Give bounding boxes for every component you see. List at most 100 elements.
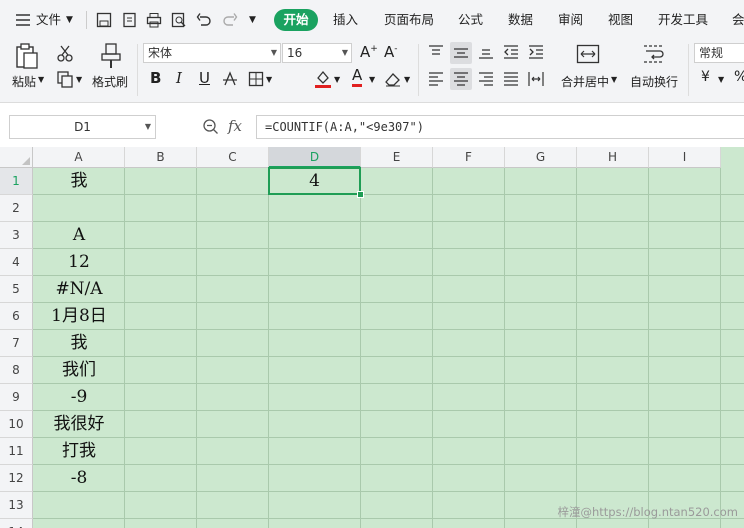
row-header-8[interactable]: 8 xyxy=(0,357,33,384)
file-menu-chevron-icon[interactable]: ▼ xyxy=(66,10,73,30)
cell-a2[interactable] xyxy=(33,195,125,222)
tab-member[interactable]: 会 xyxy=(732,10,744,30)
column-header-c[interactable]: C xyxy=(197,147,269,168)
align-top-icon[interactable] xyxy=(428,44,444,60)
tab-developer[interactable]: 开发工具 xyxy=(658,10,708,30)
justify-icon[interactable] xyxy=(503,71,519,87)
tab-page-layout[interactable]: 页面布局 xyxy=(384,10,434,30)
decrease-indent-icon[interactable] xyxy=(503,44,519,60)
row-header-5[interactable]: 5 xyxy=(0,276,33,303)
currency-chevron-icon[interactable]: ▼ xyxy=(718,75,724,84)
insert-function-icon[interactable]: fx xyxy=(228,117,242,135)
borders-icon[interactable] xyxy=(248,71,264,87)
cut-icon[interactable] xyxy=(56,44,74,62)
format-painter-icon[interactable] xyxy=(100,42,122,70)
merge-center-chevron-icon[interactable]: ▼ xyxy=(611,75,617,84)
cell-a1[interactable]: 我 xyxy=(33,168,125,195)
spreadsheet-grid[interactable]: ABCDEFGHI1234567891011121314我A12#N/A1月8日… xyxy=(0,147,744,528)
align-left-icon[interactable] xyxy=(428,71,444,87)
row-header-10[interactable]: 10 xyxy=(0,411,33,438)
bold-button[interactable]: B xyxy=(150,69,161,87)
cell-a5[interactable]: #N/A xyxy=(33,276,125,303)
row-header-4[interactable]: 4 xyxy=(0,249,33,276)
save-icon[interactable] xyxy=(96,12,112,28)
borders-chevron-icon[interactable]: ▼ xyxy=(266,75,272,84)
copy-chevron-icon[interactable]: ▼ xyxy=(76,75,82,84)
fill-handle[interactable] xyxy=(357,191,364,198)
tab-home[interactable]: 开始 xyxy=(274,9,318,31)
cell-a10[interactable]: 我很好 xyxy=(33,411,125,438)
tab-insert[interactable]: 插入 xyxy=(333,10,358,30)
export-pdf-icon[interactable] xyxy=(122,12,138,28)
redo-icon[interactable] xyxy=(222,12,238,28)
paste-icon[interactable] xyxy=(14,42,40,70)
align-right-icon[interactable] xyxy=(478,71,494,87)
cell-a3[interactable]: A xyxy=(33,222,125,249)
cell-a12[interactable]: -8 xyxy=(33,465,125,492)
paste-button[interactable]: 粘贴 xyxy=(12,73,36,90)
fill-color-icon[interactable] xyxy=(314,69,332,89)
format-painter-button[interactable]: 格式刷 xyxy=(92,73,128,90)
distributed-align-icon[interactable] xyxy=(528,71,544,87)
tab-formulas[interactable]: 公式 xyxy=(458,10,483,30)
cell-a6[interactable]: 1月8日 xyxy=(33,303,125,330)
merge-center-button[interactable]: 合并居中 xyxy=(561,73,609,90)
paste-chevron-icon[interactable]: ▼ xyxy=(38,75,44,84)
cell-a8[interactable]: 我们 xyxy=(33,357,125,384)
font-color-chevron-icon[interactable]: ▼ xyxy=(369,75,375,84)
decrease-font-size-icon[interactable]: A- xyxy=(384,43,398,61)
tab-review[interactable]: 审阅 xyxy=(558,10,583,30)
merge-center-icon[interactable] xyxy=(576,44,600,64)
fill-color-chevron-icon[interactable]: ▼ xyxy=(334,75,340,84)
row-header-6[interactable]: 6 xyxy=(0,303,33,330)
undo-icon[interactable] xyxy=(196,12,212,28)
row-header-1[interactable]: 1 xyxy=(0,168,33,195)
number-format-select[interactable]: 常规 xyxy=(694,43,744,63)
row-header-11[interactable]: 11 xyxy=(0,438,33,465)
cell-a11[interactable]: 打我 xyxy=(33,438,125,465)
row-header-3[interactable]: 3 xyxy=(0,222,33,249)
column-header-g[interactable]: G xyxy=(505,147,577,168)
wrap-text-icon[interactable] xyxy=(642,44,666,64)
cell-a14[interactable] xyxy=(33,519,125,528)
underline-button[interactable]: U xyxy=(199,69,210,87)
name-box[interactable]: D1 ▼ xyxy=(9,115,156,139)
align-bottom-icon[interactable] xyxy=(478,44,494,60)
column-header-d[interactable]: D xyxy=(269,147,361,168)
row-header-9[interactable]: 9 xyxy=(0,384,33,411)
row-header-14[interactable]: 14 xyxy=(0,519,33,528)
zoom-icon[interactable] xyxy=(202,118,220,136)
align-middle-icon[interactable] xyxy=(450,42,472,64)
file-menu[interactable]: 文件 xyxy=(36,10,61,30)
quick-access-chevron-icon[interactable]: ▼ xyxy=(249,10,256,30)
cell-a9[interactable]: -9 xyxy=(33,384,125,411)
row-header-2[interactable]: 2 xyxy=(0,195,33,222)
cell-a4[interactable]: 12 xyxy=(33,249,125,276)
active-cell-d1[interactable]: 4 xyxy=(268,167,361,195)
font-color-button[interactable]: A xyxy=(352,67,363,87)
wrap-text-button[interactable]: 自动换行 xyxy=(630,73,678,90)
cell-a13[interactable] xyxy=(33,492,125,519)
column-header-f[interactable]: F xyxy=(433,147,505,168)
column-header-h[interactable]: H xyxy=(577,147,649,168)
italic-button[interactable]: I xyxy=(176,69,182,87)
row-header-12[interactable]: 12 xyxy=(0,465,33,492)
cell-a7[interactable]: 我 xyxy=(33,330,125,357)
print-icon[interactable] xyxy=(146,12,162,28)
row-header-7[interactable]: 7 xyxy=(0,330,33,357)
print-preview-icon[interactable] xyxy=(171,12,187,28)
column-header-e[interactable]: E xyxy=(361,147,433,168)
select-all-corner[interactable] xyxy=(0,147,33,168)
tab-data[interactable]: 数据 xyxy=(508,10,533,30)
font-name-select[interactable]: 宋体 ▼ xyxy=(143,43,281,63)
percent-button[interactable]: % xyxy=(734,69,744,85)
hamburger-menu-icon[interactable] xyxy=(15,12,31,28)
currency-button[interactable]: ¥ xyxy=(701,69,710,85)
column-header-a[interactable]: A xyxy=(33,147,125,168)
align-center-icon[interactable] xyxy=(450,68,472,90)
column-header-i[interactable]: I xyxy=(649,147,721,168)
increase-font-size-icon[interactable]: A+ xyxy=(360,43,378,61)
strikethrough-icon[interactable] xyxy=(222,71,238,87)
font-size-select[interactable]: 16 ▼ xyxy=(282,43,352,63)
column-header-b[interactable]: B xyxy=(125,147,197,168)
